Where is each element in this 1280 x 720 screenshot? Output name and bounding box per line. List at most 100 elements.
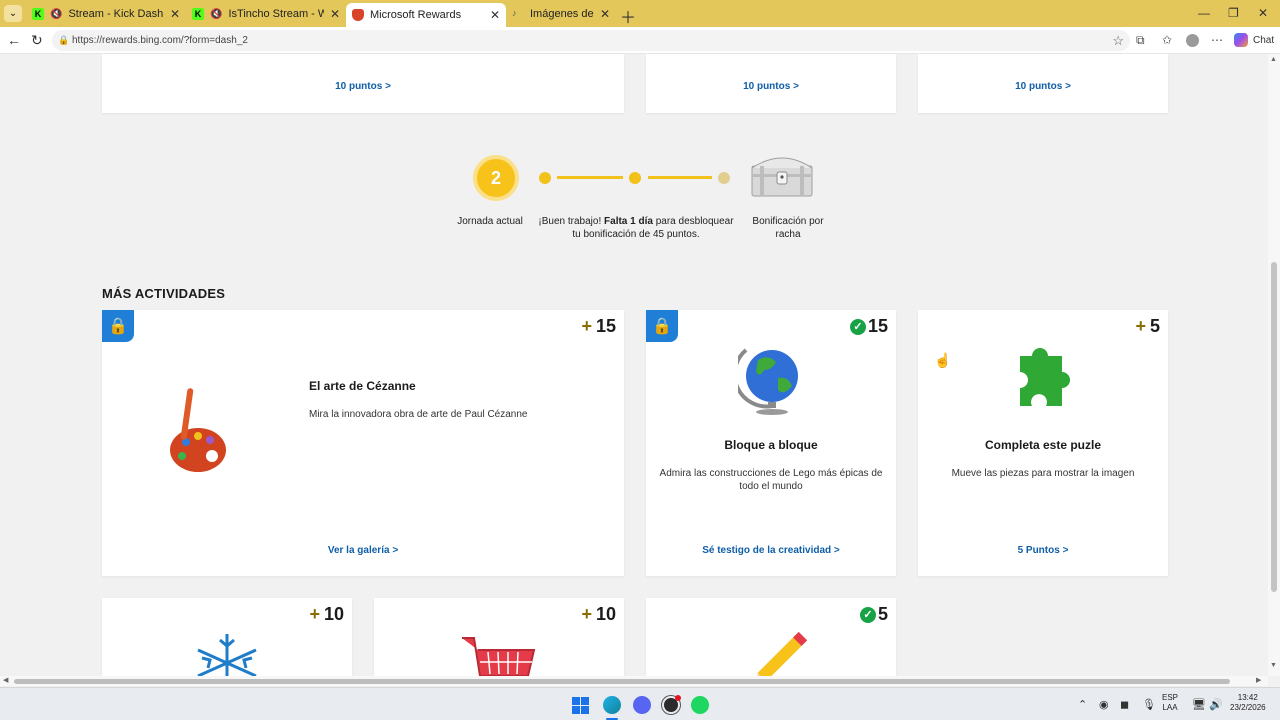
- muted-speaker-icon[interactable]: 🔇: [50, 9, 62, 20]
- close-tab-icon[interactable]: ✕: [490, 8, 500, 22]
- scroll-left-icon[interactable]: ◀: [3, 676, 8, 684]
- activity-link[interactable]: Sé testigo de la creatividad >: [646, 545, 896, 556]
- activity-card-cezanne[interactable]: 🔒 + 15 El arte de Cézanne Mira la innova…: [102, 310, 624, 576]
- tab-istincho-stream[interactable]: K 🔇 IsTincho Stream - Watch Live ✕: [186, 3, 346, 25]
- points-value: 5: [877, 604, 888, 624]
- shopping-cart-icon: [462, 637, 536, 676]
- activity-card-snowflake[interactable]: + 10: [102, 598, 352, 676]
- discord-tray-icon[interactable]: ◼: [1120, 698, 1129, 711]
- lock-icon: 🔒: [102, 310, 134, 342]
- activity-link[interactable]: Ver la galería >: [102, 545, 624, 556]
- system-clock[interactable]: 13:42 23/2/2026: [1230, 693, 1266, 713]
- bonus-label: Bonificación por racha: [752, 216, 824, 240]
- close-tab-icon[interactable]: ✕: [330, 7, 340, 21]
- plus-icon: +: [1135, 316, 1146, 336]
- activity-description: Mira la innovadora obra de arte de Paul …: [309, 409, 528, 420]
- rewards-favicon-icon: [352, 9, 364, 21]
- new-tab-button[interactable]: ＋: [620, 4, 636, 28]
- activity-title: Bloque a bloque: [724, 438, 818, 452]
- page-favicon-icon: ♪: [512, 8, 517, 18]
- favorite-star-icon[interactable]: ☆: [1112, 30, 1124, 51]
- lock-icon: 🔒: [646, 310, 678, 342]
- check-icon: ✓: [859, 606, 876, 623]
- site-info-icon[interactable]: 🔒: [58, 30, 69, 51]
- points-value: 5: [1149, 316, 1160, 336]
- activity-card-puzzle[interactable]: + 5 Completa este puzle Mueve las piezas…: [918, 310, 1168, 576]
- tab-actions-button[interactable]: ⌄: [4, 5, 22, 22]
- restore-button[interactable]: ❐: [1228, 6, 1239, 20]
- more-menu-icon[interactable]: ⋯: [1211, 33, 1223, 47]
- close-tab-icon[interactable]: ✕: [600, 7, 610, 21]
- pencil-icon: [756, 631, 808, 676]
- discord-taskbar-icon[interactable]: [633, 696, 651, 714]
- points-badge: + 10: [581, 604, 616, 625]
- scroll-down-icon[interactable]: ▼: [1270, 662, 1277, 669]
- vertical-scroll-thumb[interactable]: [1271, 262, 1277, 592]
- favorites-icon[interactable]: ✩: [1162, 33, 1172, 47]
- close-tab-icon[interactable]: ✕: [170, 7, 180, 21]
- back-arrow-icon[interactable]: ←: [7, 32, 21, 48]
- activity-title: El arte de Cézanne: [309, 379, 416, 393]
- browser-titlebar: ⌄ K 🔇 Stream - Kick Dashboard ✕ K 🔇 IsTi…: [0, 0, 1280, 27]
- snowflake-icon: [197, 634, 257, 676]
- language-top: ESP: [1162, 693, 1179, 702]
- chat-label: Chat: [1253, 34, 1275, 46]
- volume-icon[interactable]: 🔊: [1209, 698, 1223, 711]
- refresh-icon[interactable]: ↻: [31, 32, 43, 49]
- plus-icon: +: [581, 604, 592, 624]
- show-hidden-icons-chevron-icon[interactable]: ⌃: [1078, 698, 1087, 711]
- clock-time: 13:42: [1237, 693, 1258, 702]
- clock-date: 23/2/2026: [1230, 703, 1266, 712]
- edge-taskbar-icon[interactable]: [603, 696, 621, 714]
- points-value: 15: [595, 316, 616, 336]
- scroll-right-icon[interactable]: ▶: [1256, 676, 1261, 684]
- vertical-scrollbar[interactable]: ▲ ▼: [1268, 54, 1280, 676]
- tab-imagenes-obras[interactable]: ♪ Imágenes de obras ✕: [506, 3, 616, 25]
- activity-card-lego[interactable]: 🔒 ✓ 15 Bloque a bloque Admira las constr…: [646, 310, 896, 576]
- top-card-3[interactable]: 10 puntos >: [918, 54, 1168, 113]
- language-bottom: LAA: [1162, 703, 1178, 712]
- obs-tray-icon[interactable]: ◉: [1099, 698, 1109, 711]
- horizontal-scrollbar[interactable]: ◀ ▶: [0, 676, 1268, 686]
- copilot-chat-button[interactable]: Chat: [1234, 33, 1274, 47]
- streak-dot-2: [629, 172, 641, 184]
- tab-title: Imágenes de obras: [530, 8, 594, 20]
- streak-message-prefix: ¡Buen trabajo!: [538, 216, 605, 227]
- language-indicator[interactable]: ESP LAA: [1162, 693, 1178, 713]
- streak-line-2: [648, 176, 712, 179]
- network-icon[interactable]: 🖥: [1192, 698, 1206, 711]
- tab-kick-dashboard[interactable]: K 🔇 Stream - Kick Dashboard ✕: [26, 3, 186, 25]
- muted-speaker-icon[interactable]: 🔇: [210, 9, 222, 20]
- points-value: 15: [867, 316, 888, 336]
- windows-start-icon[interactable]: [572, 697, 589, 714]
- minimize-button[interactable]: —: [1198, 6, 1210, 20]
- top-card-link[interactable]: 10 puntos >: [646, 81, 896, 92]
- microphone-icon[interactable]: 🎙: [1142, 698, 1156, 711]
- activity-link[interactable]: 5 Puntos >: [918, 545, 1168, 556]
- tab-microsoft-rewards[interactable]: Microsoft Rewards ✕: [346, 3, 506, 27]
- top-card-1[interactable]: 10 puntos >: [102, 54, 624, 113]
- notification-dot: [675, 695, 681, 701]
- activity-description: Admira las construcciones de Lego más ép…: [659, 468, 883, 492]
- profile-avatar-icon[interactable]: [1186, 34, 1199, 47]
- scroll-up-icon[interactable]: ▲: [1270, 56, 1277, 63]
- extensions-icon[interactable]: ⧉: [1136, 33, 1145, 48]
- activity-title: Completa este puzle: [984, 438, 1102, 452]
- windows-taskbar: ⌃ ◉ ◼ 🎙 ESP LAA 🖥 🔊 13:42 23/2/2026: [0, 687, 1280, 720]
- horizontal-scroll-thumb[interactable]: [14, 679, 1230, 684]
- streak-message: ¡Buen trabajo! Falta 1 día para desbloqu…: [534, 215, 738, 241]
- url-text: https://rewards.bing.com/?form=dash_2: [72, 35, 248, 46]
- kick-favicon-icon: K: [32, 8, 44, 20]
- copilot-icon: [1234, 33, 1248, 47]
- spotify-taskbar-icon[interactable]: [691, 696, 709, 714]
- top-card-link[interactable]: 10 puntos >: [918, 81, 1168, 92]
- rewards-page: 10 puntos > 10 puntos > 10 puntos > 2 Jo…: [0, 54, 1268, 676]
- top-card-link[interactable]: 10 puntos >: [102, 81, 624, 92]
- streak-day-badge: 2: [473, 155, 519, 201]
- close-window-button[interactable]: ✕: [1258, 6, 1268, 20]
- treasure-chest-icon: [751, 157, 813, 197]
- address-input[interactable]: 🔒 https://rewards.bing.com/?form=dash_2 …: [52, 30, 1130, 51]
- activity-card-pencil[interactable]: ✓ 5: [646, 598, 896, 676]
- activity-card-shopping[interactable]: + 10: [374, 598, 624, 676]
- top-card-2[interactable]: 10 puntos >: [646, 54, 896, 113]
